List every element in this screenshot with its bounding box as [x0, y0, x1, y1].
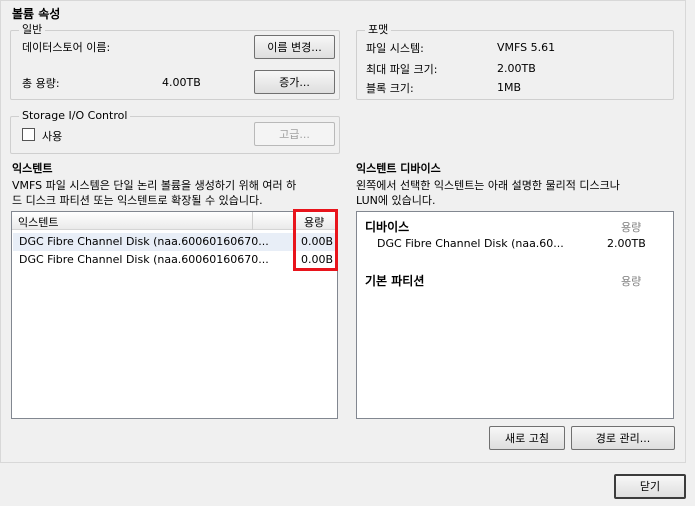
close-button[interactable]: 닫기 [614, 474, 686, 499]
properties-frame [0, 0, 686, 463]
